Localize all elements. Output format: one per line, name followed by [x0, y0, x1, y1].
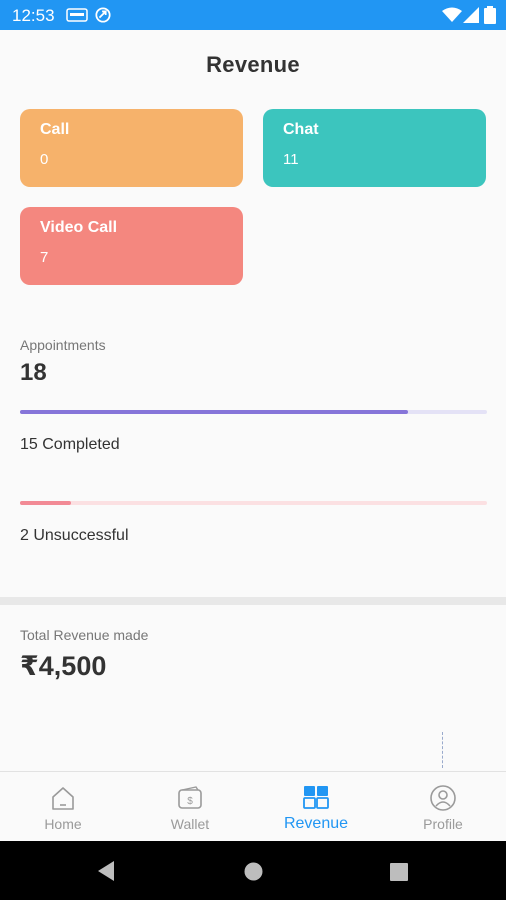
- home-icon: [52, 787, 74, 810]
- appointments-label: Appointments: [20, 337, 106, 353]
- nav-home-label: Home: [44, 816, 82, 832]
- recents-icon[interactable]: [390, 863, 408, 881]
- call-card[interactable]: Call 0: [20, 109, 243, 187]
- svg-text:$: $: [187, 796, 193, 807]
- home-circle-icon[interactable]: [244, 862, 263, 881]
- completed-caption: 15 Completed: [20, 436, 120, 453]
- section-divider: [0, 597, 506, 605]
- nav-profile[interactable]: Profile: [380, 772, 506, 842]
- battery-icon: [484, 6, 496, 24]
- signal-icon: [463, 7, 479, 23]
- completed-progress-fill: [20, 410, 408, 414]
- system-navigation-bar: [0, 841, 506, 900]
- back-icon[interactable]: [96, 860, 116, 882]
- call-card-value: 0: [40, 151, 49, 168]
- unsuccessful-caption: 2 Unsuccessful: [20, 527, 129, 544]
- unsuccessful-progress-bar: [20, 501, 487, 505]
- total-revenue-value: ₹4,500: [20, 651, 107, 681]
- video-call-card-value: 7: [40, 249, 49, 266]
- chat-card-label: Chat: [283, 121, 319, 138]
- video-call-card[interactable]: Video Call 7: [20, 207, 243, 285]
- nav-revenue-label: Revenue: [283, 815, 349, 832]
- call-card-label: Call: [40, 121, 70, 138]
- total-revenue-label: Total Revenue made: [20, 627, 149, 643]
- unsuccessful-progress-fill: [20, 501, 72, 505]
- completed-progress-bar: [20, 410, 487, 414]
- nav-wallet-label: Wallet: [170, 816, 210, 832]
- nav-home[interactable]: Home: [0, 772, 126, 842]
- appointments-total: 18: [20, 359, 47, 386]
- profile-icon: [430, 785, 456, 811]
- nav-revenue[interactable]: Revenue: [253, 772, 379, 842]
- video-call-card-label: Video Call: [40, 219, 118, 236]
- chat-card[interactable]: Chat 11: [263, 109, 486, 187]
- bottom-navigation: Home $ Wallet Revenue Profile: [0, 771, 506, 841]
- nav-wallet[interactable]: $ Wallet: [127, 772, 253, 842]
- status-bar: 12:53: [0, 0, 506, 30]
- pay-notification-icon: [66, 8, 88, 22]
- revenue-screen: Revenue Call 0 Chat 11 Video Call 7 Appo…: [0, 30, 506, 771]
- revenue-icon: [303, 786, 329, 809]
- page-title: Revenue: [206, 52, 300, 77]
- wallet-icon: $: [178, 786, 202, 809]
- scrollbar[interactable]: [442, 732, 444, 768]
- status-time: 12:53: [12, 6, 55, 25]
- nav-profile-label: Profile: [423, 816, 463, 832]
- sync-notification-icon: [95, 7, 111, 23]
- wifi-icon: [442, 7, 462, 22]
- chat-card-value: 11: [283, 151, 299, 168]
